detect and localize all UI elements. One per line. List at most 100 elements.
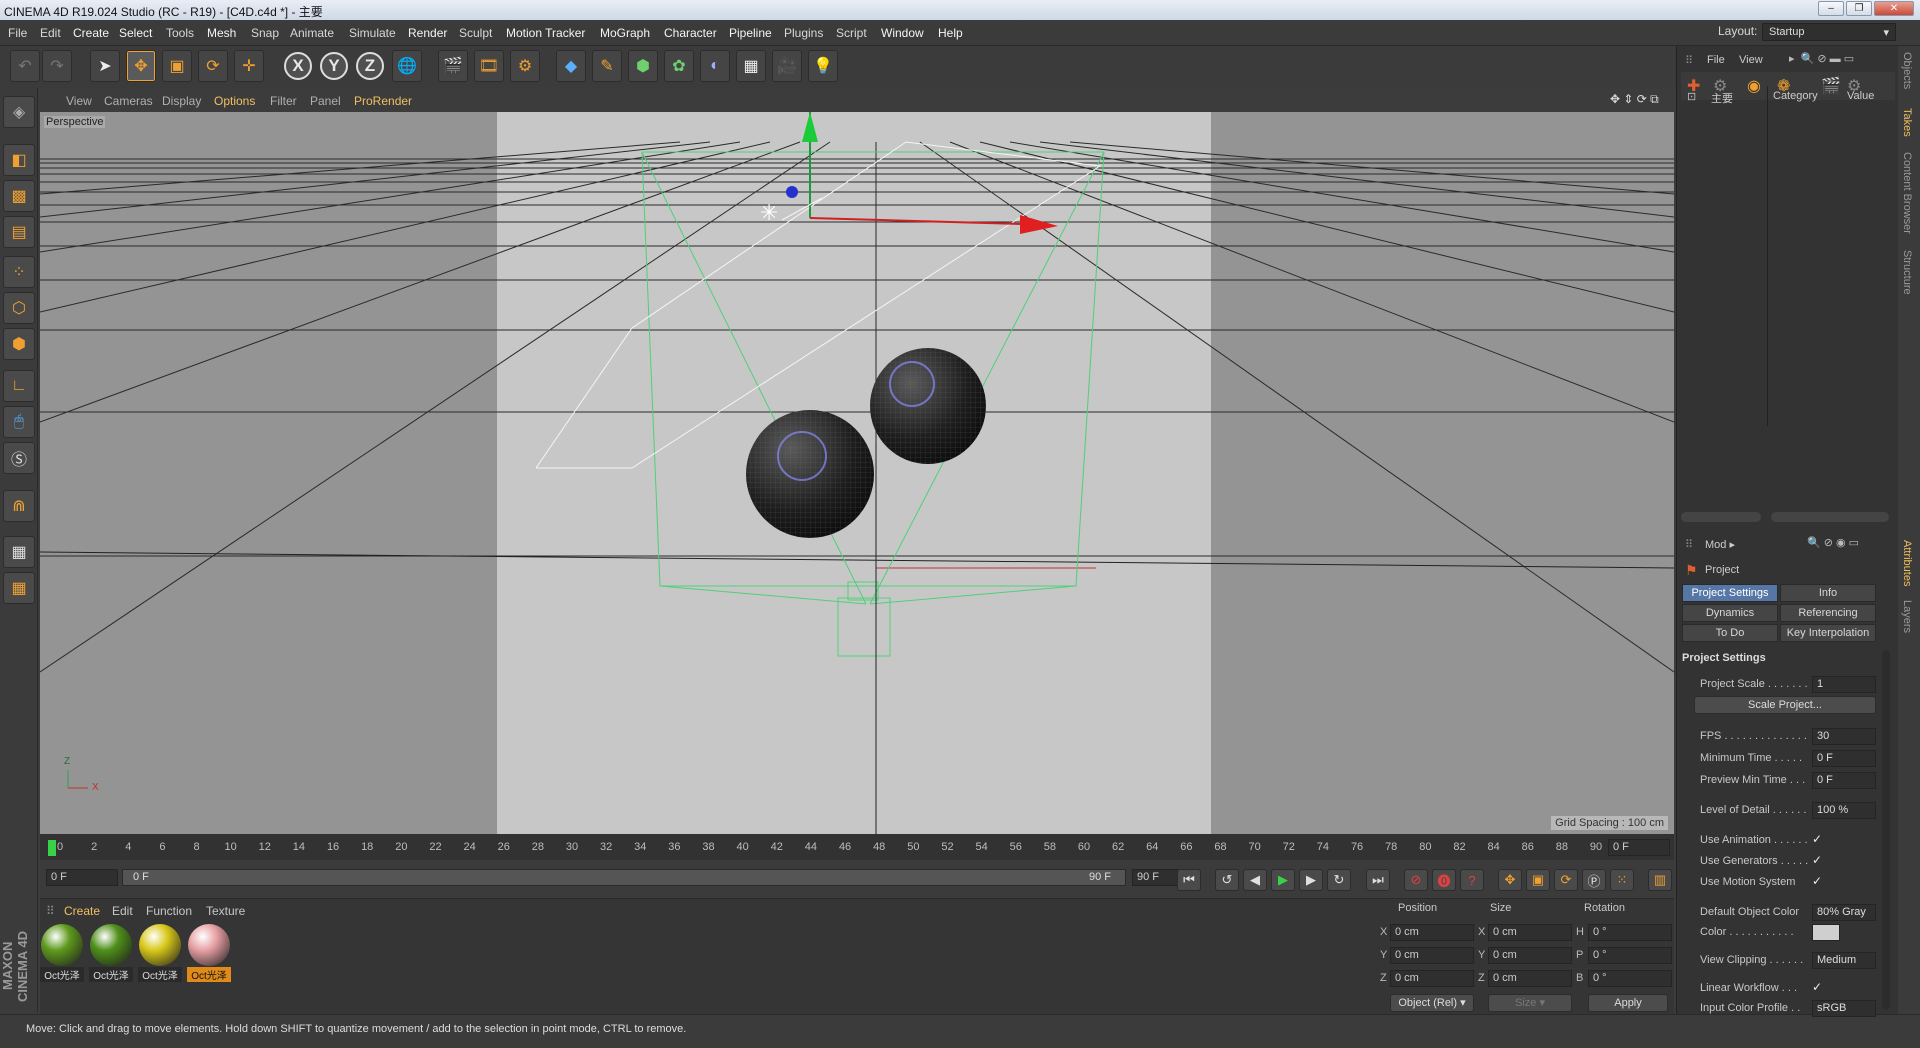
- size-field[interactable]: 0 cm: [1488, 947, 1572, 964]
- menu-character[interactable]: Character: [664, 26, 717, 40]
- viewport-menu-view[interactable]: View: [66, 94, 92, 108]
- y-axis-lock-button[interactable]: Y: [320, 52, 348, 80]
- property-value[interactable]: 1: [1812, 676, 1876, 693]
- key-rotation-button[interactable]: ⟳: [1554, 869, 1578, 891]
- menu-plugins[interactable]: Plugins: [784, 26, 823, 40]
- layout-dropdown[interactable]: Startup ▾: [1762, 23, 1896, 41]
- object-menu-view[interactable]: View: [1739, 54, 1763, 66]
- menu-tools[interactable]: Tools: [166, 26, 194, 40]
- light-button[interactable]: 💡: [808, 50, 838, 82]
- magnet-button[interactable]: ⋒: [3, 490, 35, 522]
- edges-mode-button[interactable]: ⬡: [3, 292, 35, 324]
- world-coords-button[interactable]: 🌐: [392, 50, 422, 82]
- play-button[interactable]: ▶: [1271, 869, 1295, 891]
- start-frame-field[interactable]: 0 F: [46, 869, 118, 886]
- tweak-mode-button[interactable]: 🖱: [3, 406, 35, 438]
- redo-button[interactable]: ↷: [42, 50, 72, 82]
- property-checkbox[interactable]: ✓: [1812, 853, 1822, 867]
- perspective-viewport[interactable]: ✳ Perspective Z X Grid Spacing : 100 cm: [40, 112, 1674, 834]
- material-swatch[interactable]: Oct光泽: [40, 924, 84, 982]
- previous-key-button[interactable]: ↺: [1215, 869, 1239, 891]
- tab-info[interactable]: Info: [1780, 584, 1876, 602]
- position-field[interactable]: 0 cm: [1390, 947, 1474, 964]
- current-frame-field[interactable]: 0 F: [1608, 839, 1670, 856]
- menu-render[interactable]: Render: [408, 26, 447, 40]
- material-swatch[interactable]: Oct光泽: [187, 924, 231, 982]
- render-view-button[interactable]: 🎬: [438, 50, 468, 82]
- tab-content-browser[interactable]: Content Browser: [1901, 152, 1913, 234]
- tab-project-settings[interactable]: Project Settings: [1682, 584, 1778, 602]
- cloner-button[interactable]: ✿: [664, 50, 694, 82]
- key-parameter-button[interactable]: Ⓟ: [1582, 869, 1606, 891]
- attribute-mode-menu[interactable]: Mod ▸: [1705, 538, 1735, 551]
- key-pla-button[interactable]: ⁙: [1610, 869, 1634, 891]
- menu-motion-tracker[interactable]: Motion Tracker: [506, 26, 585, 40]
- render-settings-button[interactable]: ⚙: [510, 50, 540, 82]
- object-scrollbar-left[interactable]: [1681, 512, 1761, 522]
- menu-create[interactable]: Create: [73, 26, 109, 40]
- size-mode-dropdown[interactable]: Size ▾: [1488, 994, 1572, 1012]
- last-tool-button[interactable]: ✛: [234, 50, 264, 82]
- object-menu-file[interactable]: File: [1707, 54, 1725, 66]
- timeline-window-button[interactable]: ▥: [1648, 869, 1672, 891]
- undo-button[interactable]: ↶: [10, 50, 40, 82]
- texture-mode-button[interactable]: ▩: [3, 180, 35, 212]
- go-to-end-button[interactable]: ⏭: [1366, 869, 1390, 891]
- deformer-button[interactable]: ◐: [700, 50, 730, 82]
- timeline-ruler[interactable]: 0 2 4 6 8 10 12 14 16 18 20 22 24 26 28 30 32 34 36 38 40 42 4…: [40, 834, 1674, 860]
- viewport-menu-cameras[interactable]: Cameras: [104, 94, 153, 108]
- menu-snap[interactable]: Snap: [251, 26, 279, 40]
- tab-objects[interactable]: Objects: [1901, 52, 1913, 89]
- material-menu-create[interactable]: Create: [64, 904, 100, 918]
- previous-frame-button[interactable]: ◀: [1243, 869, 1267, 891]
- x-axis-lock-button[interactable]: X: [284, 52, 312, 80]
- make-editable-button[interactable]: ◈: [3, 96, 35, 128]
- tab-attributes[interactable]: Attributes: [1901, 540, 1913, 586]
- property-checkbox[interactable]: ✓: [1812, 980, 1822, 994]
- tab-takes[interactable]: Takes: [1901, 108, 1913, 137]
- property-checkbox[interactable]: ✓: [1812, 832, 1822, 846]
- property-value[interactable]: 0 F: [1812, 750, 1876, 767]
- size-field[interactable]: 0 cm: [1488, 924, 1572, 941]
- menu-edit[interactable]: Edit: [40, 26, 61, 40]
- axis-mode-button[interactable]: ∟: [3, 370, 35, 402]
- menu-simulate[interactable]: Simulate: [349, 26, 396, 40]
- tab-key-interpolation[interactable]: Key Interpolation: [1780, 624, 1876, 642]
- go-to-start-button[interactable]: ⏮: [1177, 869, 1201, 891]
- rotate-tool-button[interactable]: ⟳: [198, 50, 228, 82]
- menu-window[interactable]: Window: [881, 26, 924, 40]
- cube-object-button[interactable]: ◆: [556, 50, 586, 82]
- rotation-field[interactable]: 0 °: [1588, 970, 1672, 987]
- property-value[interactable]: sRGB: [1812, 1000, 1876, 1017]
- tab-referencing[interactable]: Referencing: [1780, 604, 1876, 622]
- maximize-button[interactable]: ❐: [1846, 1, 1872, 16]
- z-axis-handle[interactable]: [786, 186, 798, 198]
- property-value[interactable]: Medium: [1812, 952, 1876, 969]
- material-menu-function[interactable]: Function: [146, 904, 192, 918]
- material-swatch[interactable]: Oct光泽: [89, 924, 133, 982]
- viewport-nav-icons[interactable]: ✥ ⇕ ⟳ ⧉: [1610, 92, 1659, 107]
- tab-to-do[interactable]: To Do: [1682, 624, 1778, 642]
- pen-spline-button[interactable]: ✎: [592, 50, 622, 82]
- property-value[interactable]: 0 F: [1812, 772, 1876, 789]
- rotation-field[interactable]: 0 °: [1588, 947, 1672, 964]
- points-mode-button[interactable]: ⁘: [3, 256, 35, 288]
- scale-project-button[interactable]: Scale Project...: [1694, 696, 1876, 714]
- camera-button[interactable]: 🎥: [772, 50, 802, 82]
- color-swatch[interactable]: [1812, 924, 1840, 941]
- rotation-field[interactable]: 0 °: [1588, 924, 1672, 941]
- viewport-menu-display[interactable]: Display: [162, 94, 201, 108]
- object-filter-icon[interactable]: ◉: [1747, 76, 1761, 96]
- menu-script[interactable]: Script: [836, 26, 867, 40]
- render-picture-viewer-button[interactable]: 🎞: [474, 50, 504, 82]
- lock-workplane-button[interactable]: ▦: [3, 536, 35, 568]
- model-mode-button[interactable]: ◧: [3, 144, 35, 176]
- position-field[interactable]: 0 cm: [1390, 924, 1474, 941]
- menu-file[interactable]: File: [8, 26, 27, 40]
- menu-mesh[interactable]: Mesh: [207, 26, 236, 40]
- scale-tool-button[interactable]: ▣: [162, 50, 192, 82]
- object-main-item[interactable]: 主要: [1711, 90, 1733, 106]
- key-position-button[interactable]: ✥: [1498, 869, 1522, 891]
- keyframe-selection-button[interactable]: ?: [1460, 869, 1484, 891]
- autokey-button[interactable]: ⓿: [1432, 869, 1456, 891]
